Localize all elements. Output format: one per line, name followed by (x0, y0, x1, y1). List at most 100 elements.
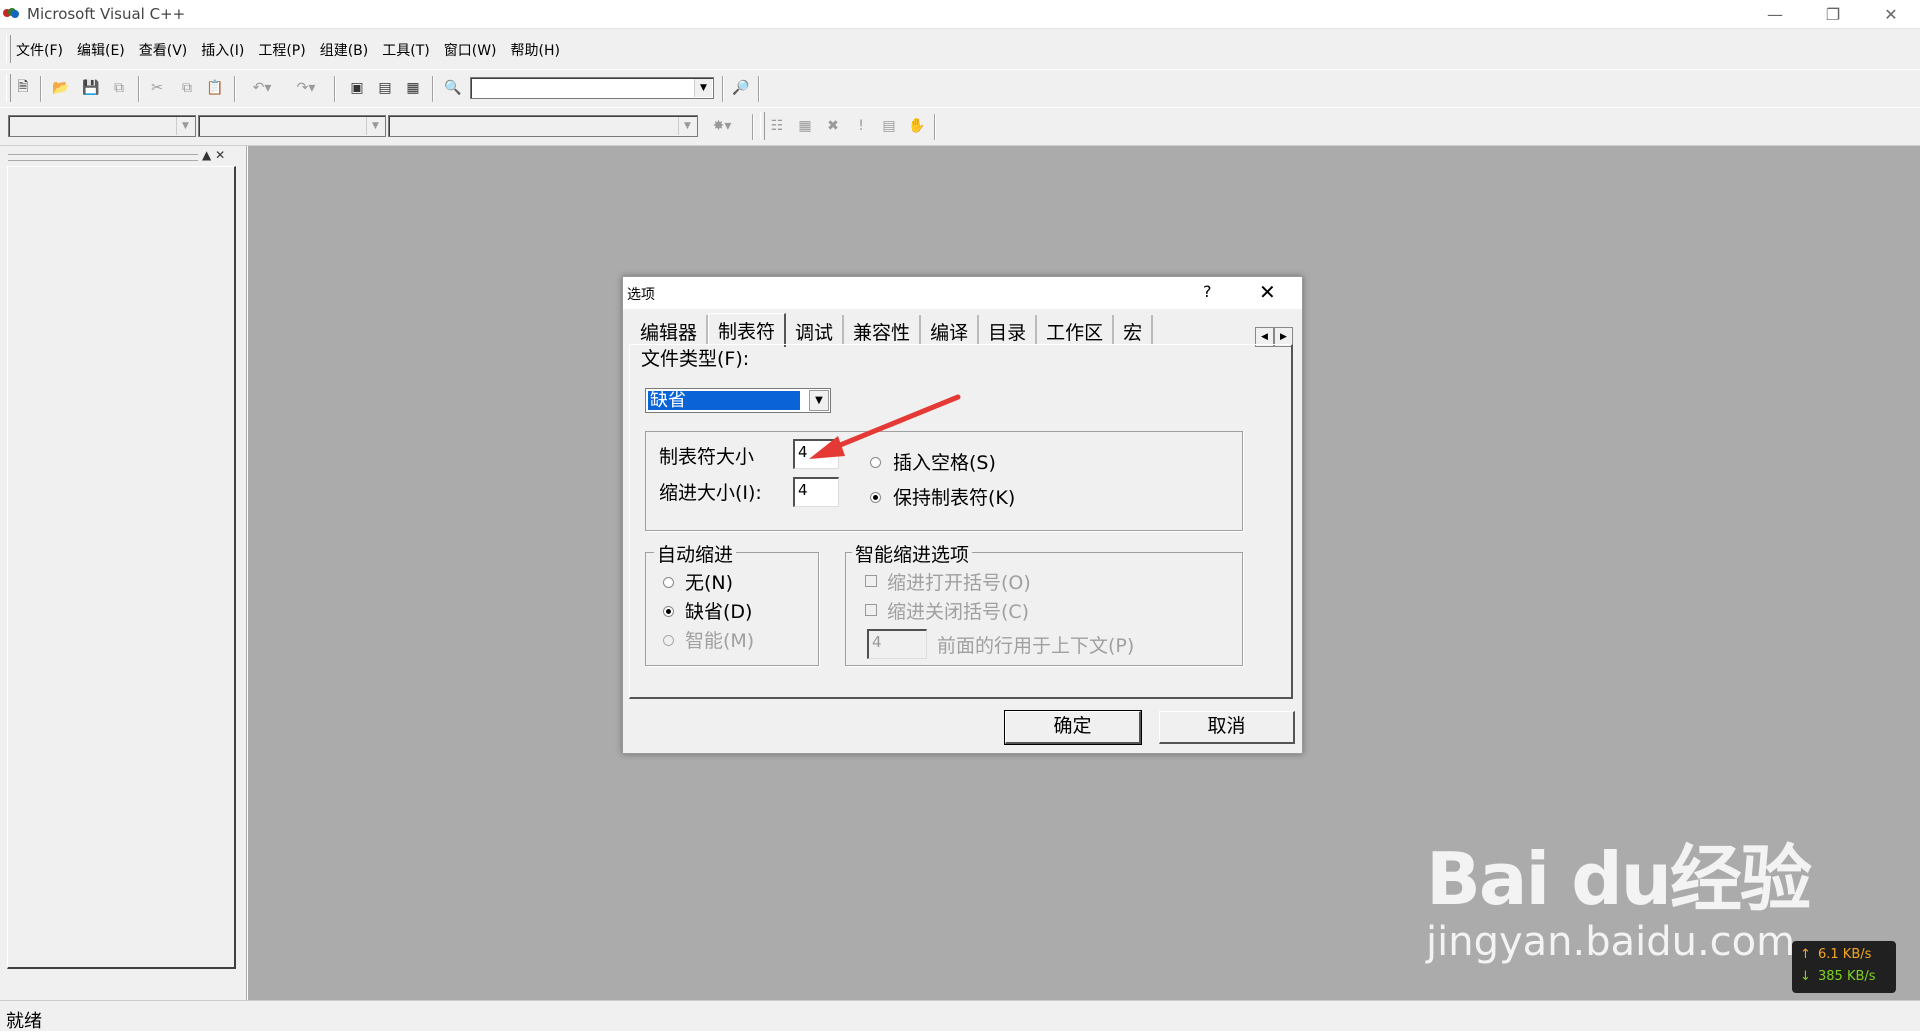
undo-icon[interactable]: ↶▾ (244, 77, 280, 99)
window-controls: — ❐ ✕ (1746, 0, 1920, 28)
workspace-view (7, 166, 236, 969)
tab-directories[interactable]: 目录 (979, 315, 1038, 345)
menu-tools[interactable]: 工具(T) (382, 40, 429, 60)
title-bar: Microsoft Visual C++ — ❐ ✕ (0, 0, 1920, 28)
indent-smart-radio[interactable] (663, 635, 674, 646)
keep-tabs-radio[interactable] (870, 492, 881, 503)
chevron-down-icon[interactable]: ▼ (366, 117, 384, 135)
watermark-url: jingyan.baidu.com (1425, 919, 1796, 965)
indent-size-input[interactable]: 4 (793, 477, 839, 507)
tab-editor[interactable]: 编辑器 (631, 315, 709, 345)
toolbar-grip[interactable] (760, 112, 765, 140)
panel-grip[interactable] (8, 154, 198, 161)
go-icon[interactable]: ▤ (878, 115, 900, 137)
new-file-icon[interactable]: 🗎 (12, 77, 34, 99)
tab-debug[interactable]: 调试 (786, 315, 845, 345)
indent-default-label[interactable]: 缺省(D) (685, 597, 752, 624)
menu-window[interactable]: 窗口(W) (444, 40, 497, 60)
ok-button[interactable]: 确定 (1004, 710, 1142, 745)
auto-indent-title: 自动缩进 (654, 540, 737, 567)
toolbar-separator (138, 76, 140, 102)
toolbar-separator (432, 76, 434, 102)
workspace-panel: ▲ ✕ (0, 146, 247, 1000)
toolbar-separator (758, 76, 760, 102)
menu-build[interactable]: 组建(B) (320, 40, 369, 60)
workspace-icon[interactable]: ▣ (346, 77, 368, 99)
indent-open-label[interactable]: 缩进打开括号(O) (887, 568, 1031, 595)
indent-smart-label[interactable]: 智能(M) (685, 626, 754, 653)
dialog-title-bar: 选项 ? ✕ (623, 277, 1302, 309)
wizard-action-icon[interactable]: ✸▾ (702, 115, 742, 137)
build-icon[interactable]: ▦ (794, 115, 816, 137)
menu-view[interactable]: 查看(V) (139, 40, 188, 60)
indent-close-label[interactable]: 缩进关闭括号(C) (887, 597, 1029, 624)
chevron-down-icon[interactable]: ▼ (678, 117, 696, 135)
wizard-build-toolbar: ▼ ▼ ▼ ✸▾ ☷ ▦ ✖ ! ▤ ✋ (0, 107, 1920, 146)
output-icon[interactable]: ▤ (374, 77, 396, 99)
options-dialog: 选项 ? ✕ 编辑器 制表符 调试 兼容性 编译 目录 工作区 宏 ◀ ▶ 文件… (622, 276, 1303, 754)
find-in-files-icon[interactable]: 🔍 (442, 77, 464, 99)
close-window-button[interactable]: ✕ (1862, 0, 1920, 28)
maximize-panel-icon[interactable]: ▲ (202, 148, 211, 162)
save-icon[interactable]: 💾 (80, 77, 102, 99)
find-icon[interactable]: 🔎 (730, 77, 752, 99)
status-text: 就绪 (6, 1011, 42, 1032)
minimize-button[interactable]: — (1746, 0, 1804, 28)
find-combo[interactable]: ▼ (470, 77, 714, 99)
toolbar-separator (934, 114, 936, 140)
toolbar-separator (334, 76, 336, 102)
cut-icon[interactable]: ✂ (146, 77, 168, 99)
filter-combo[interactable]: ▼ (198, 115, 386, 137)
file-type-label: 文件类型(F): (641, 348, 750, 370)
stop-build-icon[interactable]: ✖ (822, 115, 844, 137)
menu-help[interactable]: 帮助(H) (511, 40, 560, 60)
save-all-icon[interactable]: ⧉ (108, 77, 130, 99)
menu-items: 文件(F) 编辑(E) 查看(V) 插入(I) 工程(P) 组建(B) 工具(T… (16, 40, 574, 60)
menu-file[interactable]: 文件(F) (16, 40, 63, 60)
indent-open-checkbox[interactable] (865, 575, 877, 587)
menu-grip[interactable] (6, 35, 11, 63)
toolbar-separator (722, 76, 724, 102)
keep-tabs-label[interactable]: 保持制表符(K) (893, 483, 1015, 510)
tab-strip: 编辑器 制表符 调试 兼容性 编译 目录 工作区 宏 (631, 313, 1154, 347)
close-panel-icon[interactable]: ✕ (215, 148, 225, 162)
menu-project[interactable]: 工程(P) (258, 40, 305, 60)
window-list-icon[interactable]: ▦ (402, 77, 424, 99)
help-button[interactable]: ? (1203, 282, 1212, 301)
members-combo[interactable]: ▼ (388, 115, 698, 137)
execute-icon[interactable]: ! (850, 115, 872, 137)
tab-workspace[interactable]: 工作区 (1037, 315, 1115, 345)
menu-insert[interactable]: 插入(I) (201, 40, 244, 60)
cancel-button[interactable]: 取消 (1159, 711, 1295, 744)
toolbar-grip[interactable] (6, 74, 11, 102)
standard-toolbar: 🗎 📂 💾 ⧉ ✂ ⧉ 📋 ↶▾ ↷▾ ▣ ▤ ▦ 🔍 ▼ 🔎 (0, 69, 1920, 108)
tab-compatibility[interactable]: 兼容性 (844, 315, 922, 345)
context-lines-input[interactable]: 4 (867, 629, 927, 659)
indent-close-checkbox[interactable] (865, 604, 877, 616)
upload-speed: 6.1 KB/s (1818, 947, 1872, 962)
dialog-title: 选项 (627, 287, 655, 303)
tab-macros[interactable]: 宏 (1114, 315, 1154, 345)
menu-bar: 文件(F) 编辑(E) 查看(V) 插入(I) 工程(P) 组建(B) 工具(T… (0, 28, 1920, 69)
compile-icon[interactable]: ☷ (766, 115, 788, 137)
chevron-down-icon[interactable]: ▼ (176, 117, 194, 135)
class-combo[interactable]: ▼ (8, 115, 196, 137)
menu-edit[interactable]: 编辑(E) (77, 40, 125, 60)
status-bar: 就绪 (0, 1000, 1920, 1032)
toolbar-separator (40, 76, 42, 102)
chevron-down-icon[interactable]: ▼ (694, 79, 712, 97)
breakpoint-hand-icon[interactable]: ✋ (906, 115, 928, 137)
paste-icon[interactable]: 📋 (204, 77, 226, 99)
open-folder-icon[interactable]: 📂 (50, 77, 72, 99)
redo-icon[interactable]: ↷▾ (288, 77, 324, 99)
indent-none-label[interactable]: 无(N) (685, 568, 733, 595)
indent-default-radio[interactable] (663, 606, 674, 617)
tab-compile[interactable]: 编译 (921, 315, 980, 345)
restore-button[interactable]: ❐ (1804, 0, 1862, 28)
indent-none-radio[interactable] (663, 577, 674, 588)
tab-tabs[interactable]: 制表符 (708, 313, 787, 347)
close-icon[interactable]: ✕ (1259, 280, 1276, 304)
network-speed-widget: ↑ 6.1 KB/s ↓ 385 KB/s (1792, 941, 1896, 993)
copy-icon[interactable]: ⧉ (176, 77, 198, 99)
toolbar-separator (752, 114, 754, 140)
